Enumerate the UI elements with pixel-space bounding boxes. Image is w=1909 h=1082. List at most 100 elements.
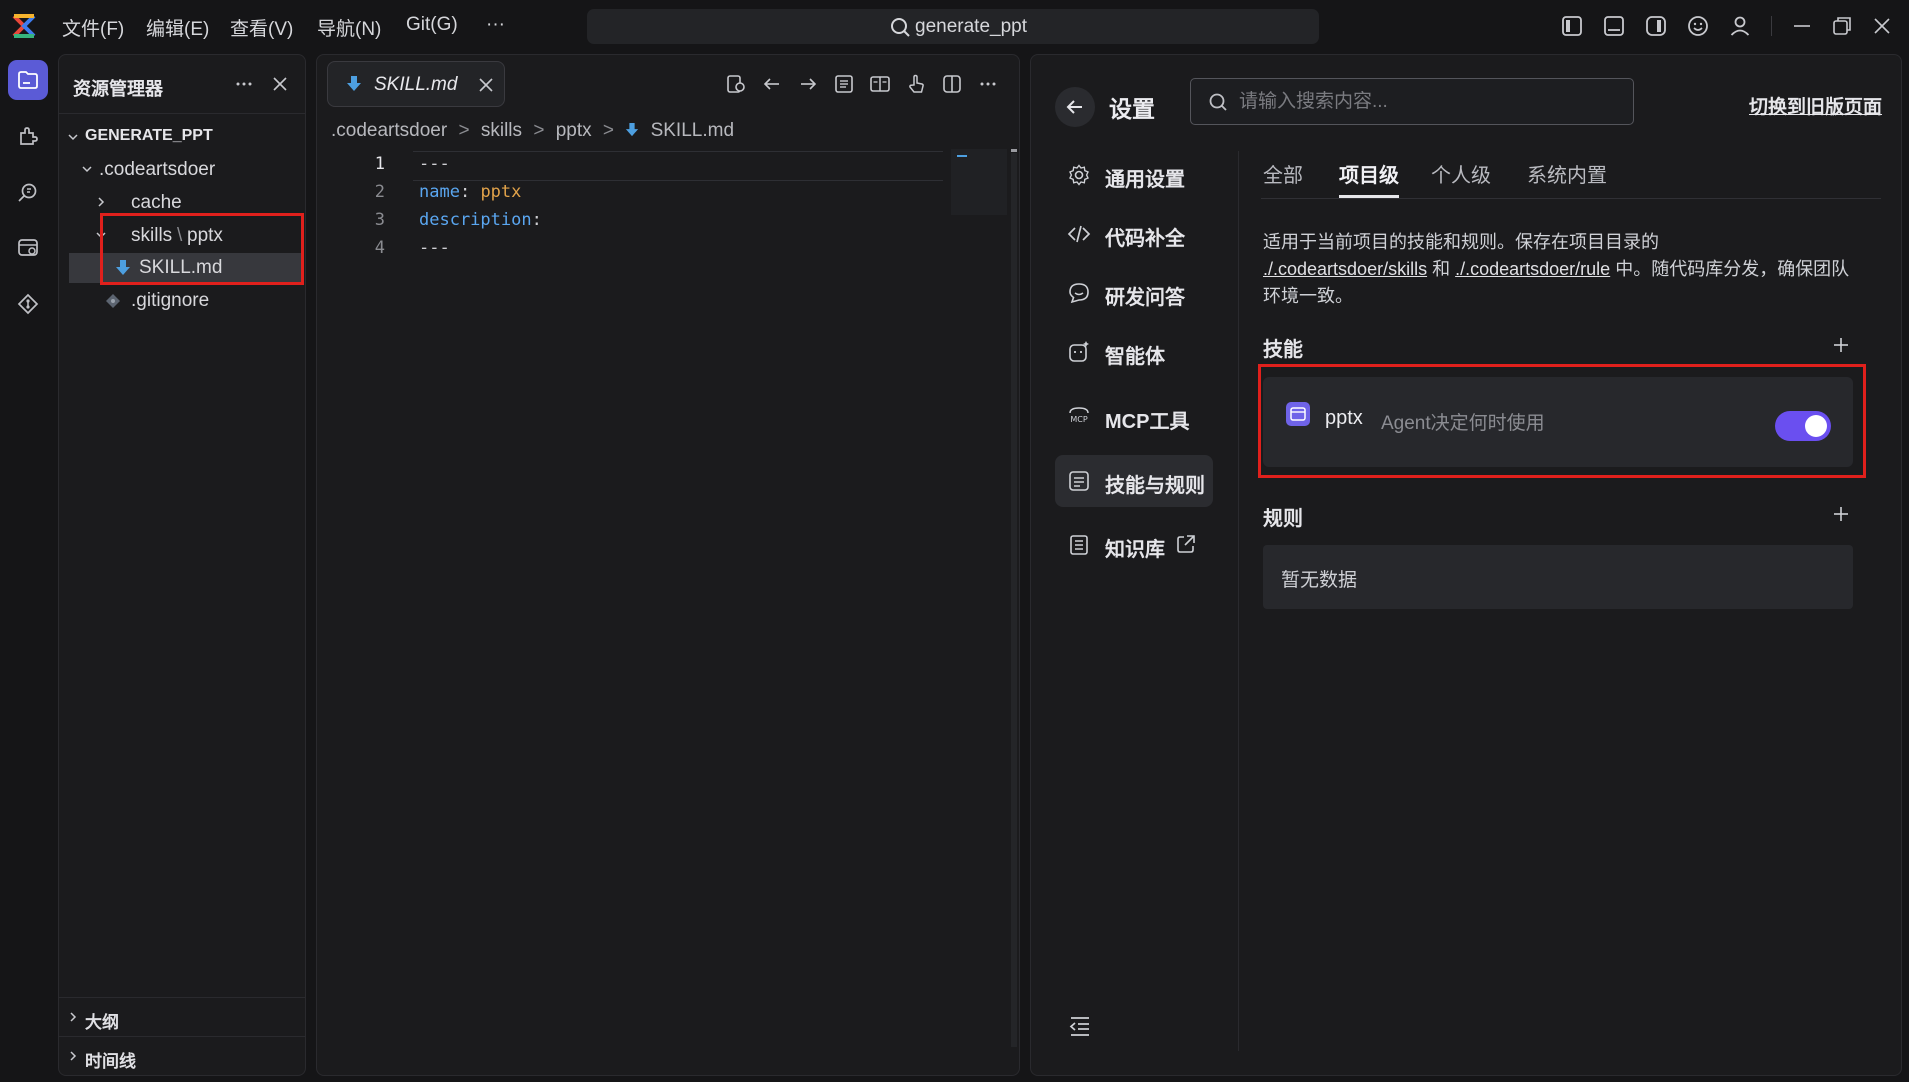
tab-project-level[interactable]: 项目级	[1339, 159, 1399, 188]
settings-search-input[interactable]	[1239, 89, 1619, 115]
nav-code-completion[interactable]: 代码补全	[1055, 208, 1213, 260]
code-text: :	[531, 210, 542, 230]
puzzle-icon	[20, 127, 38, 145]
search-activity-button[interactable]	[8, 172, 48, 212]
nav-general-settings[interactable]: 通用设置	[1055, 149, 1213, 201]
chevron-down-icon	[82, 166, 92, 173]
project-name: generate_ppt	[915, 16, 1027, 37]
add-skill-plus-icon[interactable]	[1831, 335, 1851, 355]
nav-knowledge-base[interactable]: 知识库	[1055, 519, 1213, 571]
code-line[interactable]: 3 description:	[317, 210, 957, 238]
svg-text:MCP: MCP	[1070, 415, 1087, 424]
restore-icon[interactable]	[1830, 14, 1854, 38]
more-actions-icon[interactable]	[977, 73, 999, 95]
remote-activity-button[interactable]	[8, 228, 48, 268]
markdown-file-icon	[347, 76, 361, 91]
yaml-key: name	[419, 182, 460, 202]
more-actions-icon[interactable]	[233, 73, 255, 95]
external-link-icon	[1177, 535, 1195, 553]
source-control-activity-button[interactable]	[8, 284, 48, 324]
nav-mcp-tools[interactable]: MCP MCP工具	[1055, 391, 1213, 443]
tree-item-gitignore[interactable]: .gitignore	[59, 286, 305, 316]
minimize-icon[interactable]	[1790, 14, 1814, 38]
open-book-icon[interactable]	[869, 73, 891, 95]
menu-view[interactable]: 查看(V)	[230, 14, 293, 41]
menu-more[interactable]: ···	[486, 14, 505, 36]
line-number: 1	[374, 154, 385, 174]
code-line[interactable]: 1 ---	[317, 154, 957, 182]
breadcrumb-item[interactable]: .codeartsdoer	[331, 120, 447, 141]
nav-label: 代码补全	[1105, 228, 1185, 250]
toggle-panel-icon[interactable]	[1602, 14, 1626, 38]
breadcrumb-item[interactable]: SKILL.md	[651, 120, 734, 141]
settings-divider	[1238, 151, 1239, 1051]
extensions-activity-button[interactable]	[8, 116, 48, 156]
feedback-smiley-icon[interactable]	[1686, 14, 1710, 38]
active-tab-indicator	[1339, 195, 1399, 198]
minimap[interactable]	[951, 149, 1007, 215]
outline-label: 大纲	[85, 1013, 119, 1032]
document-icon[interactable]	[833, 73, 855, 95]
outline-section[interactable]: 大纲	[59, 997, 305, 1035]
nav-skills-rules[interactable]: 技能与规则	[1055, 455, 1213, 507]
timeline-section[interactable]: 时间线	[59, 1036, 305, 1074]
nav-label: 研发问答	[1105, 287, 1185, 309]
collapse-sidebar-icon[interactable]	[1067, 1013, 1093, 1039]
add-rule-plus-icon[interactable]	[1831, 504, 1851, 524]
command-search-box[interactable]: generate_ppt	[587, 9, 1319, 44]
skills-path-link[interactable]: ./.codeartsdoer/skills	[1263, 259, 1427, 279]
touch-hand-icon[interactable]	[905, 73, 927, 95]
close-window-icon[interactable]	[1870, 14, 1894, 38]
scope-description: 适用于当前项目的技能和规则。保存在项目目录的 ./.codeartsdoer/s…	[1263, 229, 1863, 310]
titlebar-divider	[1771, 16, 1772, 36]
menu-git[interactable]: Git(G)	[406, 14, 458, 36]
account-icon[interactable]	[1728, 14, 1752, 38]
back-button[interactable]	[1055, 87, 1095, 127]
line-number: 4	[374, 238, 385, 258]
menu-navigate[interactable]: 导航(N)	[317, 14, 381, 41]
settings-search-box[interactable]	[1190, 78, 1634, 125]
tab-skill-md[interactable]: SKILL.md	[327, 61, 505, 107]
navigate-back-icon[interactable]	[761, 73, 783, 95]
breadcrumb-separator: >	[458, 120, 470, 141]
title-bar: 文件(F) 编辑(E) 查看(V) 导航(N) Git(G) ··· gener…	[0, 0, 1909, 54]
split-editor-icon[interactable]	[941, 73, 963, 95]
breadcrumb-item[interactable]: pptx	[556, 120, 592, 141]
tab-all[interactable]: 全部	[1263, 159, 1303, 188]
navigate-forward-icon[interactable]	[797, 73, 819, 95]
breadcrumb-item[interactable]: skills	[481, 120, 522, 141]
tab-system-builtin[interactable]: 系统内置	[1527, 159, 1607, 188]
nav-label: 智能体	[1105, 346, 1165, 368]
tree-root-folder[interactable]: GENERATE_PPT	[59, 123, 305, 153]
switch-to-legacy-link[interactable]: 切换到旧版页面	[1749, 92, 1882, 119]
nav-label: 技能与规则	[1105, 475, 1205, 497]
explorer-activity-button[interactable]	[8, 60, 48, 100]
app-logo-icon	[10, 12, 38, 40]
tree-item-label: .codeartsdoer	[99, 159, 216, 180]
toggle-ai-panel-icon[interactable]	[1644, 14, 1668, 38]
chevron-right-icon	[70, 1012, 77, 1022]
code-text: :	[459, 182, 481, 202]
code-text: ---	[419, 154, 450, 174]
close-icon[interactable]	[269, 73, 291, 95]
open-preview-icon[interactable]	[725, 73, 747, 95]
git-icon	[17, 293, 39, 315]
explorer-panel: 资源管理器 GENERATE_PPT .codeartsdoer cache s…	[58, 54, 306, 1076]
menu-file[interactable]: 文件(F)	[62, 14, 124, 41]
rule-path-link[interactable]: ./.codeartsdoer/rule	[1455, 259, 1610, 279]
editor-scrollbar[interactable]	[1009, 149, 1017, 1049]
code-line[interactable]: 2 name: pptx	[317, 182, 957, 210]
tree-item-label: cache	[131, 192, 182, 213]
tree-item-codeartsdoer[interactable]: .codeartsdoer	[59, 155, 305, 185]
menu-edit[interactable]: 编辑(E)	[146, 14, 209, 41]
toggle-primary-sidebar-icon[interactable]	[1560, 14, 1584, 38]
tree-item-label: .gitignore	[131, 290, 210, 311]
chevron-down-icon	[68, 134, 78, 141]
code-line[interactable]: 4 ---	[317, 238, 957, 266]
tab-personal-level[interactable]: 个人级	[1431, 159, 1491, 188]
root-folder-label: GENERATE_PPT	[85, 127, 213, 144]
yaml-value: pptx	[480, 182, 522, 202]
nav-dev-qa[interactable]: 研发问答	[1055, 267, 1213, 319]
nav-agent[interactable]: 智能体	[1055, 326, 1213, 378]
breadcrumb-separator: >	[602, 120, 615, 141]
